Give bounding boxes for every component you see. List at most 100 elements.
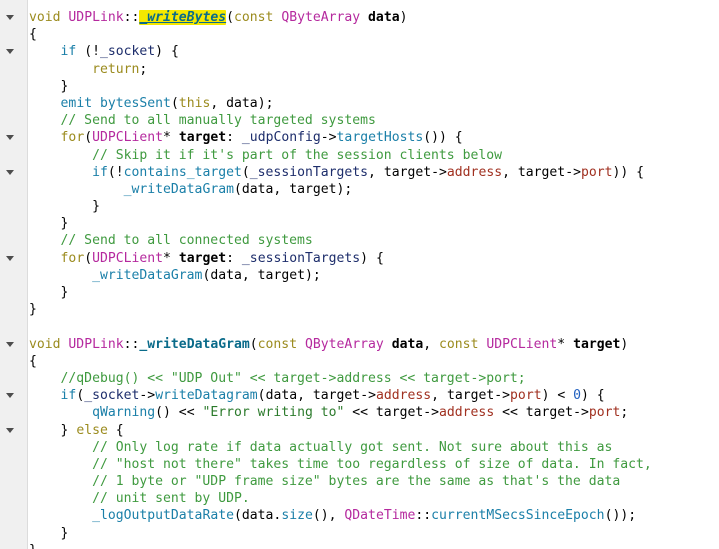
code-line[interactable]: // "host not there" takes time too regar… [29, 456, 719, 473]
code-token: target [375, 405, 424, 421]
code-line[interactable]: _logOutputDataRate(data.size(), QDateTim… [29, 507, 719, 524]
fold-gutter[interactable] [0, 0, 28, 549]
code-token: , [423, 336, 440, 352]
code-line[interactable]: // unit sent by UDP. [29, 490, 719, 507]
code-line[interactable]: } [29, 542, 719, 549]
code-line[interactable]: return; [29, 61, 719, 78]
code-token: _writeDataGram [123, 181, 234, 197]
code-line[interactable]: // Send to all manually targeted systems [29, 112, 719, 129]
code-token: data [241, 508, 274, 524]
code-line[interactable]: qWarning() << "Error writing to" << targ… [29, 404, 719, 421]
code-line[interactable]: } [29, 198, 719, 215]
chevron-down-triangle-icon[interactable] [6, 15, 14, 20]
code-line[interactable]: // Skip it if it's part of the session c… [29, 147, 719, 164]
code-token: target [312, 388, 361, 404]
chevron-down-triangle-icon[interactable] [6, 393, 14, 399]
chevron-down-triangle-icon[interactable] [6, 341, 14, 347]
code-line[interactable]: } else { [29, 422, 719, 439]
code-token: , [241, 267, 258, 283]
code-token: ()); [604, 508, 637, 524]
code-token: _writeDataGram [92, 267, 203, 283]
code-token: -> [139, 388, 156, 404]
code-token: { [107, 422, 124, 438]
code-token: bytesSent [99, 95, 171, 111]
code-line[interactable]: if (!_socket) { [29, 43, 719, 60]
code-line[interactable]: for(UDPCLient* target: _udpConfig->targe… [29, 129, 719, 146]
code-line[interactable]: } [29, 284, 719, 301]
code-line[interactable]: } [29, 215, 719, 232]
code-area[interactable]: void UDPLink::_writeBytes(const QByteArr… [29, 0, 719, 549]
code-line[interactable]: { [29, 26, 719, 43]
code-token: , [273, 181, 290, 197]
code-token: address [375, 388, 432, 404]
code-line[interactable] [29, 318, 719, 335]
code-token: target [178, 130, 227, 146]
code-token: } [29, 525, 69, 541]
code-token: -> [565, 164, 581, 180]
chevron-down-triangle-icon[interactable] [6, 255, 14, 261]
code-line[interactable]: // Send to all connected systems [29, 232, 719, 249]
code-token: void [29, 10, 69, 25]
code-token: : [226, 250, 242, 266]
code-line[interactable]: for(UDPCLient* target: _sessionTargets) … [29, 250, 719, 267]
code-token: UDPLink [68, 336, 124, 352]
code-token: << [494, 405, 526, 421]
code-line[interactable]: _writeDataGram(data, target); [29, 181, 719, 198]
code-token: currentMSecsSinceEpoch [431, 508, 605, 524]
code-token: ; [620, 405, 629, 421]
chevron-down-triangle-icon[interactable] [6, 135, 14, 141]
code-line[interactable]: } [29, 78, 719, 95]
code-token: // unit sent by UDP. [29, 491, 250, 507]
code-line[interactable]: // Only log rate if data actually got se… [29, 439, 719, 456]
code-token: target [446, 388, 495, 404]
code-token: const [439, 336, 487, 352]
code-line[interactable]: // 1 byte or "UDP frame size" bytes are … [29, 473, 719, 490]
code-token: data [368, 10, 400, 25]
code-token: qWarning [92, 405, 156, 421]
code-token: ) [399, 10, 408, 25]
code-token: :: [123, 336, 140, 352]
code-line[interactable]: void UDPLink::_writeBytes(const QByteArr… [29, 9, 719, 26]
code-line[interactable]: void UDPLink::_writeDataGram(const QByte… [29, 336, 719, 353]
code-token: _socket [99, 44, 156, 60]
code-token: data [391, 336, 424, 352]
code-line[interactable]: //qDebug() << "UDP Out" << target->addre… [29, 370, 719, 387]
code-line[interactable]: if(!contains_target(_sessionTargets, tar… [29, 164, 719, 181]
code-token: :: [123, 10, 140, 25]
chevron-down-triangle-icon[interactable] [6, 427, 14, 433]
chevron-down-triangle-icon[interactable] [6, 169, 14, 175]
code-token: target [517, 164, 566, 180]
code-token: QByteArray [281, 10, 361, 25]
code-line[interactable]: } [29, 525, 719, 542]
code-token: emit [60, 95, 93, 111]
code-token: target [289, 181, 337, 197]
code-token: ); [336, 181, 353, 197]
code-token: // 1 byte or "UDP frame size" bytes are … [29, 474, 621, 490]
code-line[interactable]: _writeDataGram(data, target); [29, 267, 719, 284]
code-line[interactable]: } [29, 301, 719, 318]
code-token: UDPCLient [92, 250, 164, 266]
code-token: this [178, 95, 211, 111]
code-line[interactable]: if(_socket->writeDatagram(data, target->… [29, 387, 719, 404]
code-editor[interactable]: void UDPLink::_writeBytes(const QByteArr… [0, 0, 719, 549]
code-token: ( [233, 508, 242, 524]
chevron-down-triangle-icon[interactable] [6, 49, 14, 55]
code-token: target [257, 267, 305, 283]
code-token: ) { [155, 44, 179, 60]
code-token: ( [84, 250, 93, 266]
code-token: () << [155, 405, 203, 421]
code-token: } [29, 543, 37, 549]
code-line[interactable]: emit bytesSent(this, data); [29, 95, 719, 112]
code-line[interactable]: { [29, 353, 719, 370]
code-token: (), [312, 508, 345, 524]
code-token: ; [139, 61, 148, 77]
code-token: UDPCLient [486, 336, 558, 352]
code-token: -> [360, 388, 376, 404]
